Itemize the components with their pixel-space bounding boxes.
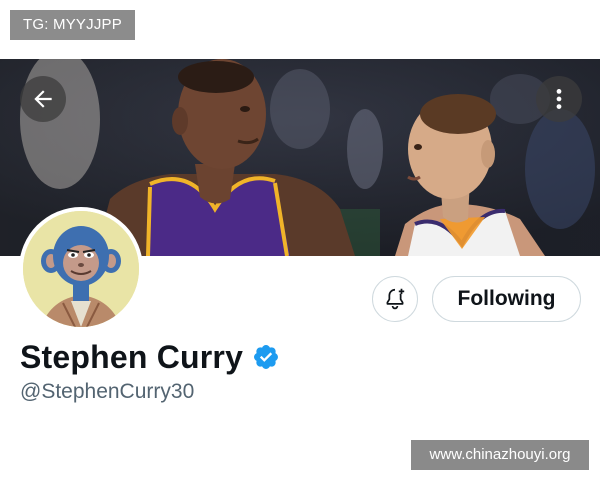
notifications-button[interactable] (372, 276, 418, 322)
avatar-image (23, 211, 139, 327)
profile-page: TG: MYYJJPP Following Stephen Curry @Ste… (0, 0, 600, 480)
back-button[interactable] (20, 76, 66, 122)
display-name-row: Stephen Curry (20, 336, 280, 378)
watermark-bottom: www.chinazhouyi.org (411, 440, 589, 470)
verified-badge-icon (252, 343, 280, 371)
following-button[interactable]: Following (432, 276, 581, 322)
user-handle: @StephenCurry30 (20, 380, 195, 403)
avatar[interactable] (19, 207, 143, 331)
display-name: Stephen Curry (20, 338, 244, 375)
more-options-button[interactable] (536, 76, 582, 122)
bell-plus-icon (386, 288, 405, 310)
watermark-top: TG: MYYJJPP (10, 10, 135, 40)
more-vertical-icon (556, 89, 562, 109)
arrow-left-icon (34, 90, 52, 108)
bored-ape-avatar-icon (23, 211, 139, 327)
